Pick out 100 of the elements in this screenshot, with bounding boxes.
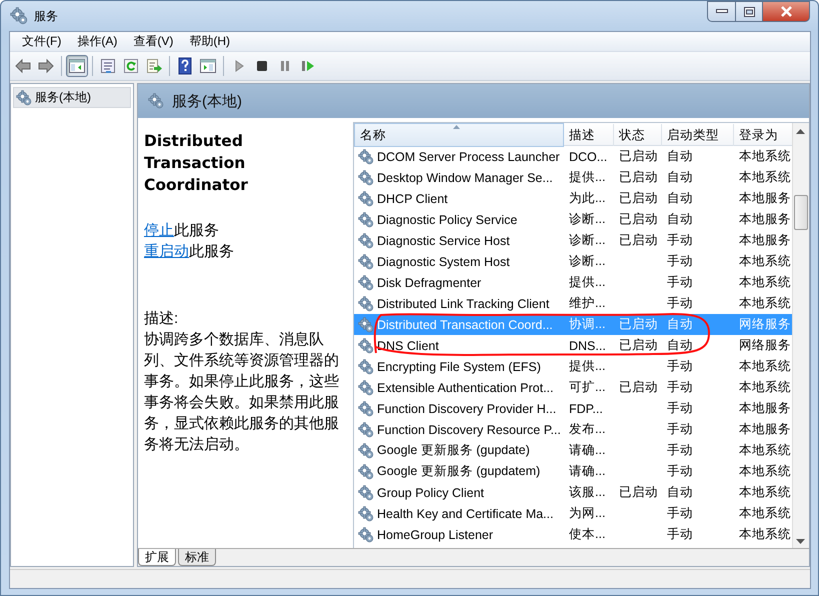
- service-name: Extensible Authentication Prot...: [377, 380, 554, 394]
- properties-icon: [99, 57, 117, 75]
- table-cell: 请确...: [569, 464, 606, 478]
- service-row[interactable]: DCOM Server Process Launcher DCO... 已启动 自动 本地系统: [354, 146, 792, 167]
- table-cell: 自动: [667, 170, 693, 184]
- service-name: Google 更新服务 (gupdatem): [377, 463, 540, 480]
- table-cell: 手动: [667, 233, 693, 247]
- menu-item[interactable]: 文件(F): [14, 33, 70, 50]
- minimize-button[interactable]: [707, 1, 736, 22]
- service-row[interactable]: Diagnostic Service Host 诊断... 已启动 手动 本地服务: [354, 230, 792, 251]
- service-icon: [358, 254, 374, 270]
- tree-item[interactable]: 服务(本地): [13, 87, 131, 108]
- table-cell: 已启动: [619, 338, 658, 352]
- table-cell: 自动: [667, 149, 693, 163]
- tree-pane-icon: [68, 57, 86, 75]
- table-cell: 本地系统: [739, 485, 791, 499]
- service-row[interactable]: Distributed Link Tracking Client 维护... 手动 本地系统: [354, 293, 792, 314]
- table-cell: 为网...: [569, 506, 606, 520]
- service-row[interactable]: Encrypting File System (EFS) 提供... 手动 本地系统: [354, 356, 792, 377]
- menu-item[interactable]: 查看(V): [125, 33, 182, 50]
- table-cell: 自动: [667, 212, 693, 226]
- service-row[interactable]: Desktop Window Manager Se... 提供... 已启动 自动 本地系统: [354, 167, 792, 188]
- table-cell: 诊断...: [569, 212, 606, 226]
- service-name: Desktop Window Manager Se...: [377, 170, 553, 184]
- table-cell: 本地系统: [739, 464, 791, 478]
- service-row[interactable]: Google 更新服务 (gupdate) 请确... 手动 本地系统: [354, 440, 792, 461]
- services-icon: [148, 93, 164, 109]
- service-row[interactable]: Health Key and Certificate Ma... 为网... 手动 本地系统: [354, 503, 792, 524]
- refresh-icon: [122, 57, 140, 75]
- table-cell: 本地系统: [739, 149, 791, 163]
- column-header[interactable]: 描述: [564, 124, 614, 146]
- tree-pane-button[interactable]: [66, 55, 88, 77]
- window-title: 服务: [34, 8, 58, 24]
- view-tab[interactable]: 标准: [178, 549, 216, 566]
- action-text: 重启动此服务: [144, 242, 235, 262]
- service-row[interactable]: Diagnostic System Host 诊断... 手动 本地系统: [354, 251, 792, 272]
- table-cell: 手动: [667, 443, 693, 457]
- column-header[interactable]: 名称: [354, 123, 564, 147]
- service-row[interactable]: HomeGroup Listener 使本... 手动 本地系统: [354, 524, 792, 545]
- table-cell: 本地服务: [739, 212, 791, 226]
- column-header[interactable]: 启动类型: [662, 124, 734, 146]
- minimize-icon: [716, 9, 728, 14]
- service-name: Function Discovery Provider H...: [377, 402, 556, 416]
- service-row[interactable]: Function Discovery Provider H... FDP... 手动 本地服务: [354, 398, 792, 419]
- table-cell: 本地系统: [739, 254, 791, 268]
- service-row[interactable]: DHCP Client 为此... 已启动 自动 本地服务: [354, 188, 792, 209]
- table-cell: 本地系统: [739, 275, 791, 289]
- console-view-icon: [199, 57, 217, 75]
- service-name: DHCP Client: [377, 192, 448, 206]
- service-name: HomeGroup Listener: [377, 528, 494, 542]
- table-cell: 本地系统: [739, 359, 791, 373]
- table-cell: 已启动: [619, 317, 658, 331]
- service-icon: [358, 442, 374, 458]
- service-row[interactable]: Disk Defragmenter 提供... 手动 本地系统: [354, 272, 792, 293]
- description-text: 协调跨多个数据库、消息队列、文件系统等资源管理器的事务。如果停止此服务，这些事务将会失败。如果禁用此服务，显式依赖此服务的其他服务将无法启动。: [144, 330, 340, 455]
- table-cell: 自动: [667, 485, 693, 499]
- table-cell: 本地系统: [739, 296, 791, 310]
- menu-item[interactable]: 操作(A): [69, 33, 126, 50]
- table-cell: 已启动: [619, 233, 658, 247]
- service-row[interactable]: Google 更新服务 (gupdatem) 请确... 手动 本地系统: [354, 461, 792, 482]
- service-name: Function Discovery Resource P...: [377, 422, 561, 436]
- table-cell: 请确...: [569, 443, 606, 457]
- action-link[interactable]: 重启动: [144, 243, 189, 260]
- table-cell: 该服...: [569, 485, 606, 499]
- table-cell: 提供...: [569, 359, 606, 373]
- service-name: Diagnostic Service Host: [377, 234, 510, 248]
- service-name: Diagnostic System Host: [377, 254, 510, 268]
- table-cell: 提供...: [569, 275, 606, 289]
- table-cell: 可扩...: [569, 380, 606, 394]
- service-icon: [16, 90, 32, 106]
- maximize-button[interactable]: [736, 1, 763, 22]
- table-cell: 已启动: [619, 170, 658, 184]
- scroll-thumb[interactable]: [794, 195, 808, 230]
- table-cell: 本地系统: [739, 527, 791, 541]
- table-cell: 手动: [667, 401, 693, 415]
- table-cell: 为此...: [569, 191, 606, 205]
- service-row[interactable]: Group Policy Client 该服... 已启动 自动 本地系统: [354, 482, 792, 503]
- service-icon: [358, 380, 374, 396]
- service-name: Health Key and Certificate Ma...: [377, 506, 554, 520]
- view-tab[interactable]: 扩展: [138, 549, 176, 566]
- service-row[interactable]: Extensible Authentication Prot... 可扩... 已启动 手动 本地系统: [354, 377, 792, 398]
- service-row[interactable]: Function Discovery Resource P... 发布... 手动 本地服务: [354, 419, 792, 440]
- service-title: Distributed Transaction Coordinator: [144, 131, 249, 196]
- column-header[interactable]: 状态: [614, 124, 662, 146]
- action-text: 停止此服务: [144, 221, 220, 241]
- close-button[interactable]: [763, 1, 810, 22]
- table-cell: 自动: [667, 317, 693, 331]
- menu-item[interactable]: 帮助(H): [181, 33, 238, 50]
- table-cell: 网络服务: [739, 317, 791, 331]
- table-cell: 手动: [667, 464, 693, 478]
- scrollbar[interactable]: [792, 123, 809, 548]
- table-cell: 手动: [667, 380, 693, 394]
- service-icon: [358, 506, 374, 522]
- service-row[interactable]: Diagnostic Policy Service 诊断... 已启动 自动 本地服务: [354, 209, 792, 230]
- table-cell: 手动: [667, 422, 693, 436]
- action-link[interactable]: 停止: [144, 222, 174, 239]
- table-cell: 已启动: [619, 212, 658, 226]
- service-icon: [358, 358, 374, 374]
- export-icon: [145, 57, 163, 75]
- service-name: Distributed Link Tracking Client: [377, 296, 550, 310]
